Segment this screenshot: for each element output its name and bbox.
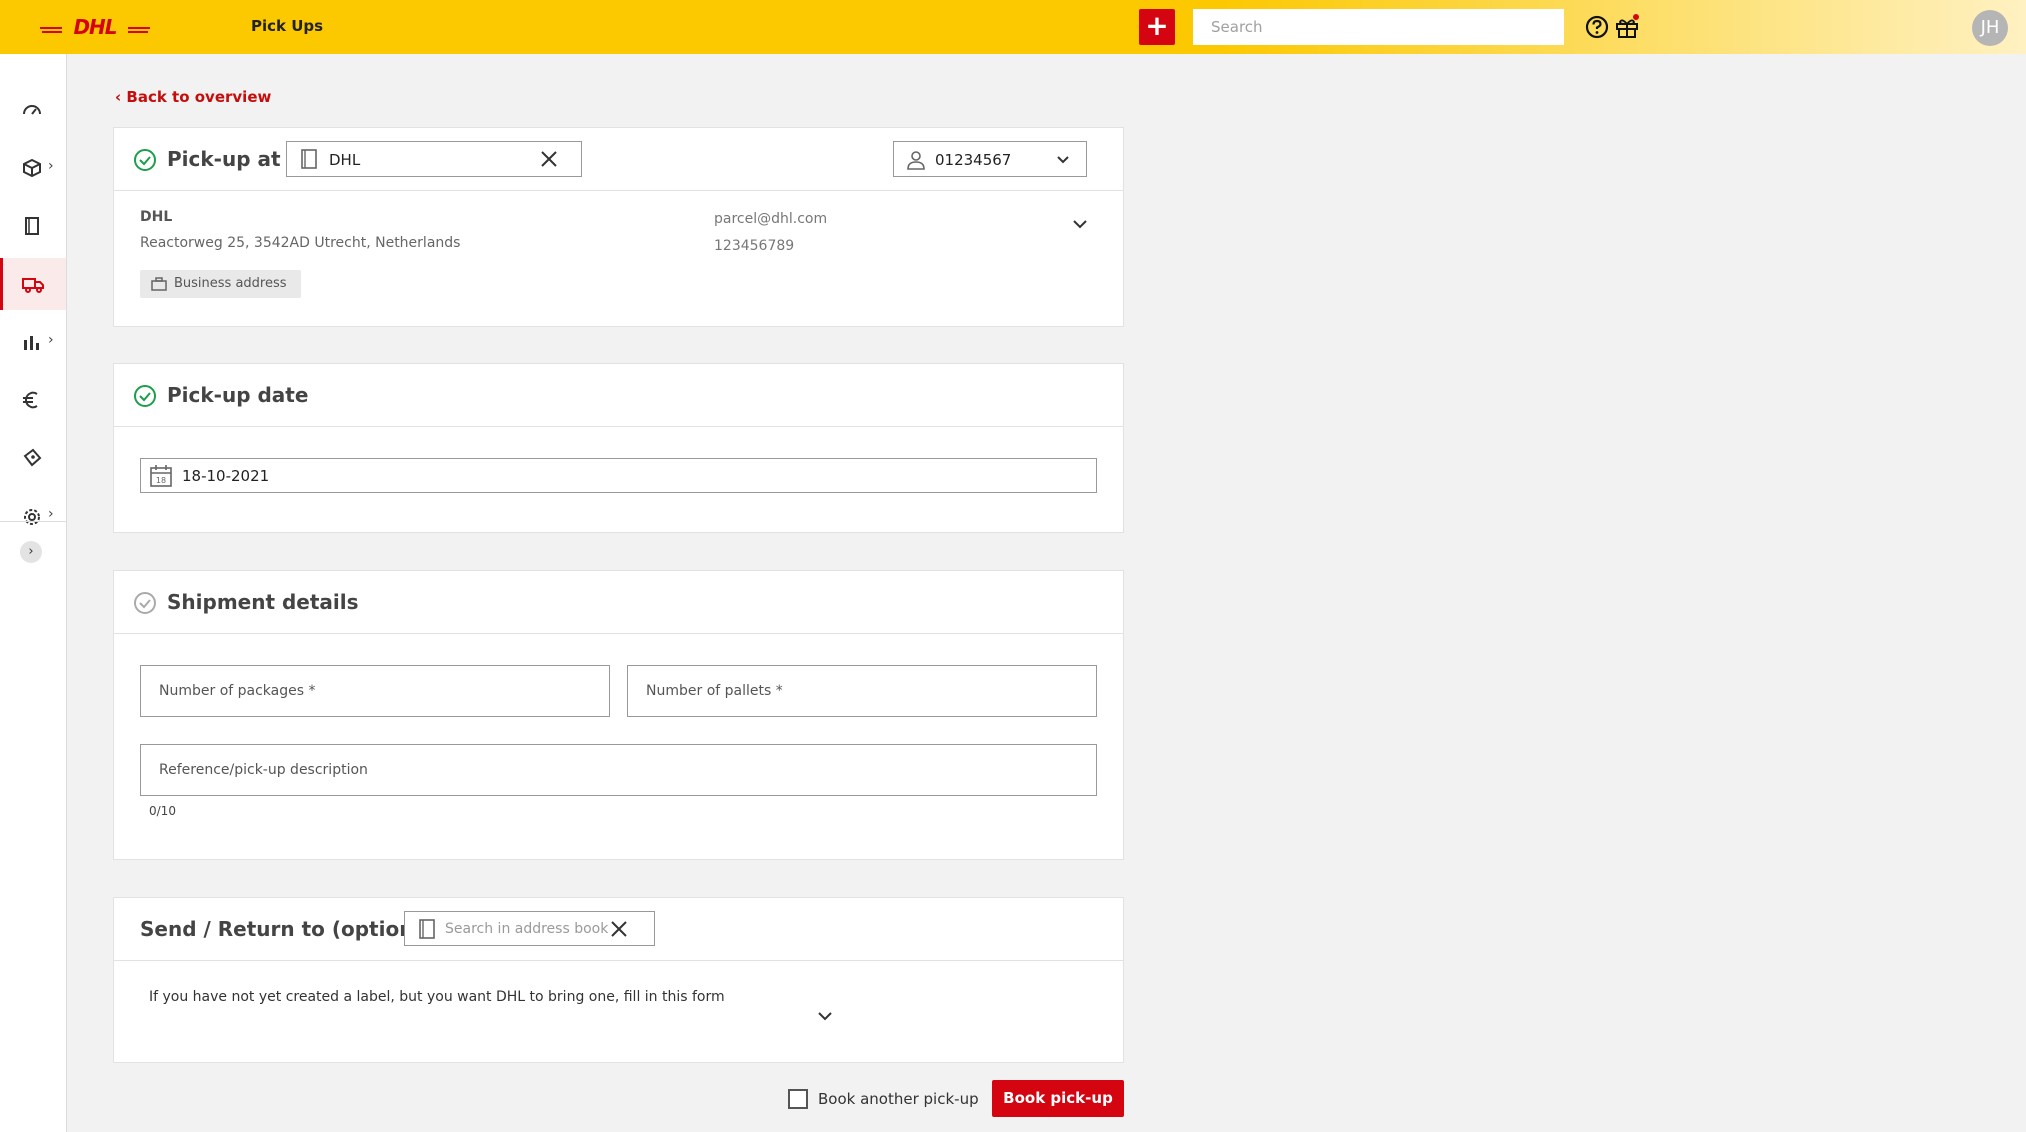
chevron-left-icon: ‹ <box>115 88 127 106</box>
truck-icon <box>22 278 44 293</box>
sidebar-expand-button[interactable]: › <box>20 541 42 563</box>
number-of-pallets-field[interactable]: Number of pallets * <box>627 665 1097 717</box>
sidebar-item-billing[interactable] <box>0 374 66 426</box>
pickup-date-card: Pick-up date 18 18-10-2021 <box>113 363 1124 533</box>
send-return-header: Send / Return to (optional) Search in ad… <box>114 898 1123 961</box>
book-another-pickup-label: Book another pick-up <box>818 1090 979 1108</box>
address-book-search[interactable]: Search in address book <box>404 911 655 946</box>
bar-chart-icon <box>24 336 39 350</box>
contact-email: parcel@dhl.com <box>714 211 828 227</box>
add-button[interactable]: + <box>1139 9 1175 45</box>
notification-dot <box>1633 14 1639 20</box>
calendar-icon: 18 <box>150 465 172 487</box>
send-return-title: Send / Return to (optional) <box>140 917 443 941</box>
pickup-at-header: Pick-up at DHL 01234567 <box>114 128 1123 191</box>
chevron-right-icon: › <box>48 332 54 348</box>
sidebar-item-settings[interactable]: › <box>0 490 66 542</box>
address-book-search-placeholder: Search in address book <box>445 921 609 937</box>
address-name: DHL <box>140 209 173 225</box>
shipment-details-card: Shipment details Number of packages * Nu… <box>113 570 1124 860</box>
gear-icon <box>24 509 40 525</box>
expand-form-icon[interactable] <box>817 1008 833 1024</box>
number-of-pallets-placeholder: Number of pallets * <box>646 683 783 699</box>
address-book-icon <box>301 149 317 169</box>
search-input[interactable] <box>1193 9 1564 45</box>
back-link-label: Back to overview <box>126 88 272 106</box>
gift-icon[interactable] <box>1614 14 1640 40</box>
sidebar-item-address-book[interactable] <box>0 200 66 252</box>
pickup-at-title: Pick-up at <box>167 147 281 171</box>
pickup-date-value: 18-10-2021 <box>182 467 270 485</box>
check-circle-icon <box>134 149 156 171</box>
gauge-icon <box>23 105 41 115</box>
page-title: Pick Ups <box>251 17 324 35</box>
clear-icon[interactable] <box>539 149 559 169</box>
document-icon <box>25 217 39 235</box>
reference-description-placeholder: Reference/pick-up description <box>159 762 368 778</box>
expand-details-icon[interactable] <box>1072 216 1088 232</box>
sidebar-item-pick-ups[interactable] <box>0 258 66 310</box>
send-return-note: If you have not yet created a label, but… <box>149 989 725 1005</box>
sidebar-item-tickets[interactable] <box>0 432 66 484</box>
check-circle-icon <box>134 385 156 407</box>
person-icon <box>907 151 925 170</box>
shipment-details-title: Shipment details <box>167 590 359 614</box>
account-select[interactable]: 01234567 <box>893 141 1087 177</box>
dhl-logo-mark: DHL <box>40 15 150 39</box>
package-icon <box>23 158 41 178</box>
address-line: Reactorweg 25, 3542AD Utrecht, Netherlan… <box>140 235 461 251</box>
avatar[interactable]: JH <box>1972 10 2008 46</box>
account-value: 01234567 <box>935 151 1012 169</box>
pickup-at-card: Pick-up at DHL 01234567 DHL Reactorweg 2… <box>113 127 1124 327</box>
dhl-logo[interactable]: DHL <box>40 15 150 39</box>
number-of-packages-placeholder: Number of packages * <box>159 683 316 699</box>
pickup-date-header: Pick-up date <box>114 364 1123 427</box>
chevron-right-icon: › <box>48 158 54 174</box>
book-pickup-button[interactable]: Book pick-up <box>992 1080 1124 1117</box>
sidebar: › › › › <box>0 54 67 1132</box>
ticket-icon <box>23 448 42 467</box>
character-counter: 0/10 <box>149 804 176 818</box>
chevron-down-icon <box>1057 156 1069 164</box>
pickup-date-field[interactable]: 18 18-10-2021 <box>140 458 1097 493</box>
send-return-card: Send / Return to (optional) Search in ad… <box>113 897 1124 1063</box>
top-bar: DHL Pick Ups + JH <box>0 0 2026 54</box>
sidebar-item-reports[interactable]: › <box>0 316 66 368</box>
briefcase-icon <box>151 277 167 291</box>
pickup-address-value: DHL <box>329 151 361 169</box>
chevron-right-icon: › <box>48 506 54 522</box>
euro-icon <box>23 391 38 409</box>
logo-text: DHL <box>73 19 116 37</box>
clear-icon[interactable] <box>609 919 629 939</box>
sidebar-item-shipments[interactable]: › <box>0 142 66 194</box>
number-of-packages-field[interactable]: Number of packages * <box>140 665 610 717</box>
pending-check-icon <box>134 592 156 614</box>
contact-phone: 123456789 <box>714 238 795 254</box>
address-book-icon <box>419 919 435 939</box>
sidebar-divider <box>0 521 66 522</box>
reference-description-field[interactable]: Reference/pick-up description <box>140 744 1097 796</box>
shipment-details-header: Shipment details <box>114 571 1123 634</box>
business-address-badge: Business address <box>140 270 301 298</box>
checkbox-box[interactable] <box>788 1089 808 1109</box>
back-to-overview-link[interactable]: ‹ Back to overview <box>115 88 271 106</box>
pickup-address-field[interactable]: DHL <box>286 141 582 177</box>
help-icon[interactable] <box>1584 14 1610 40</box>
sidebar-item-dashboard[interactable] <box>0 84 66 136</box>
calendar-day: 18 <box>156 476 166 485</box>
pickup-date-title: Pick-up date <box>167 383 309 407</box>
business-address-label: Business address <box>174 276 287 291</box>
